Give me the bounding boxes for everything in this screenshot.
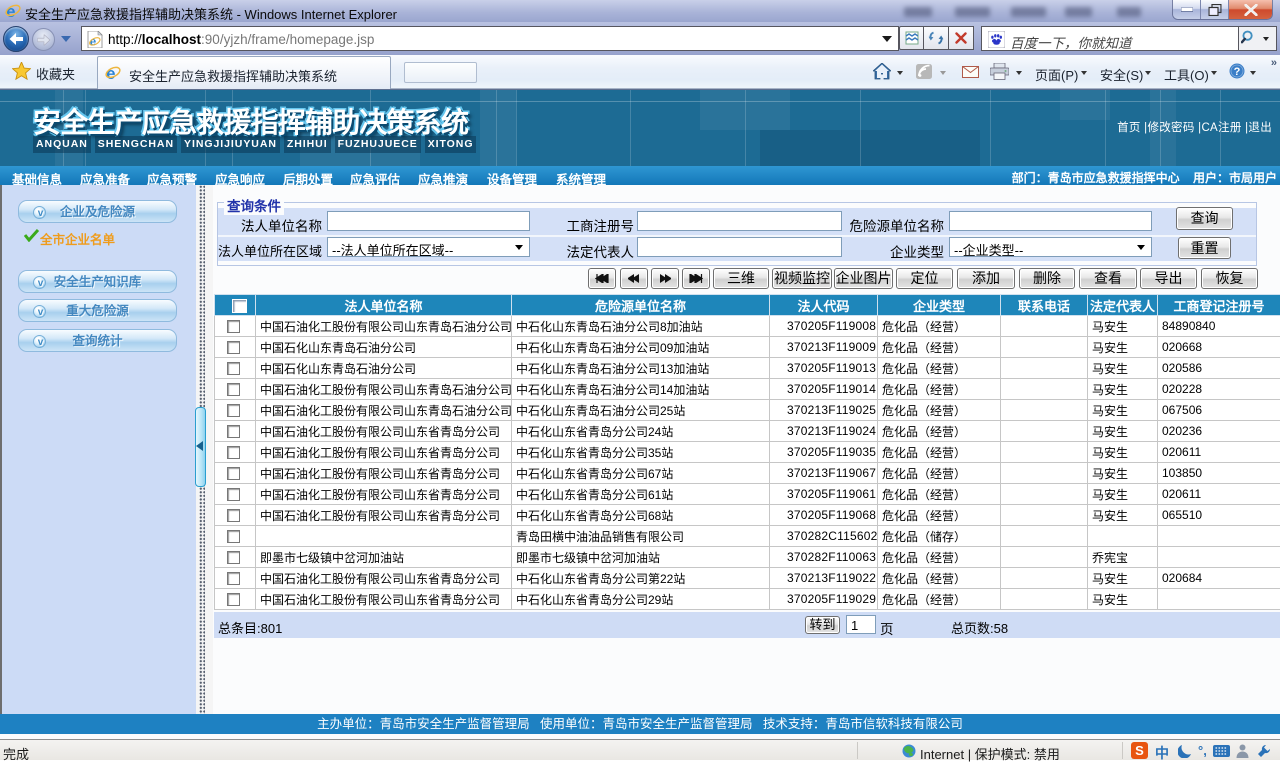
svg-text:?: ? <box>1234 66 1241 78</box>
